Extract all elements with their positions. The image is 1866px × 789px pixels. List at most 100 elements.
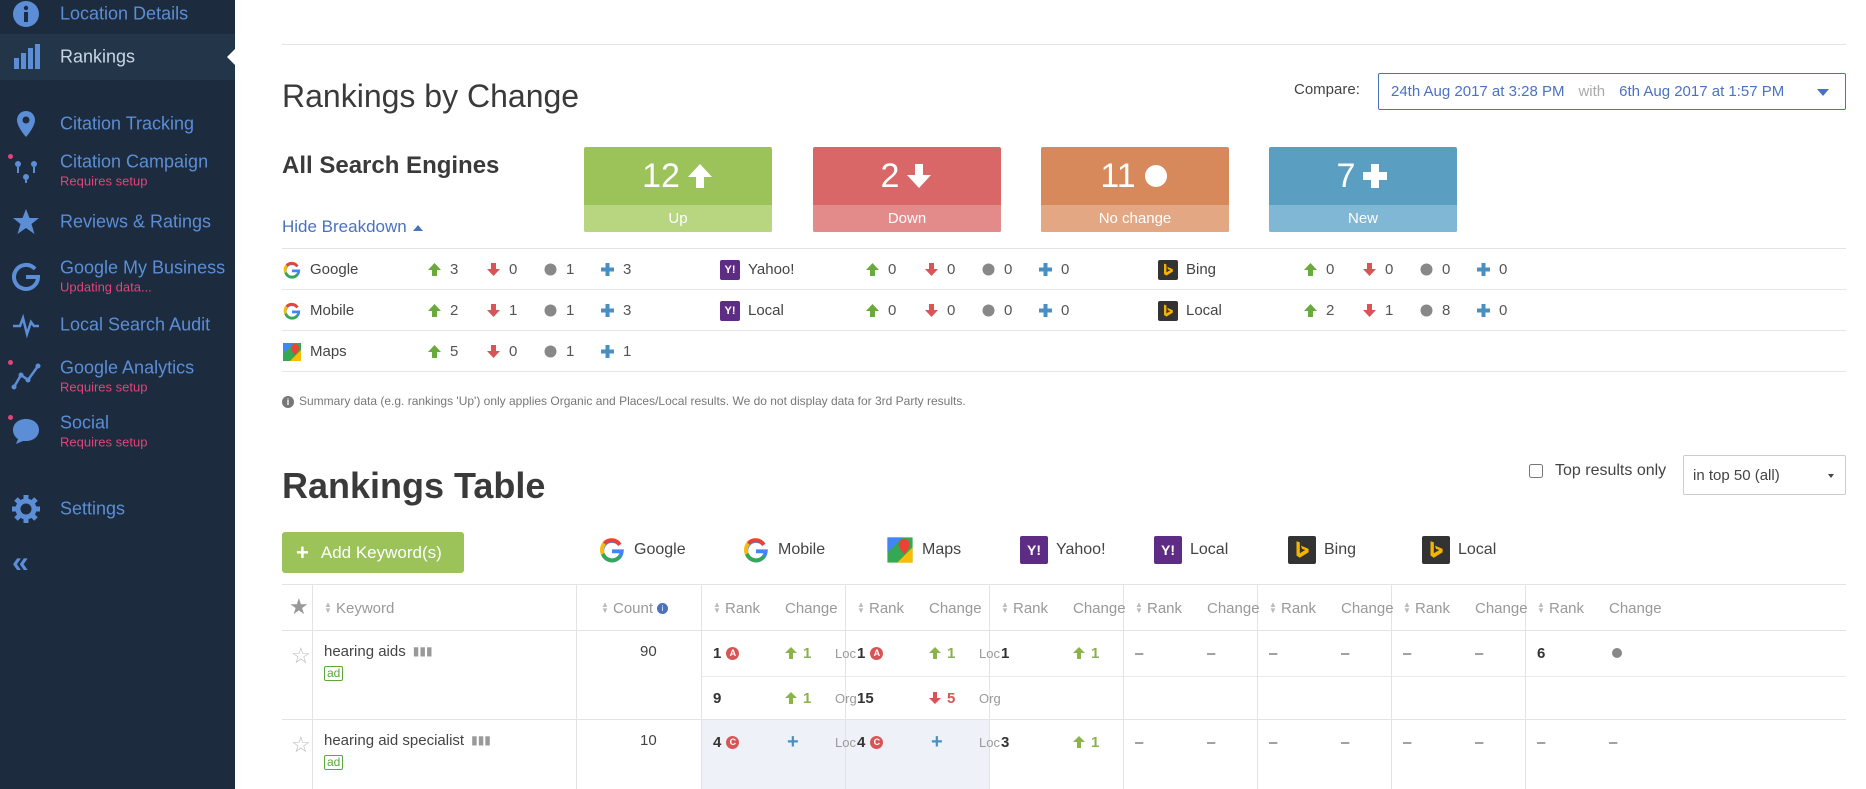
rank-change: – [1341,733,1350,751]
engine-header-label: Mobile [778,541,826,558]
breakdown-stat-down: 0 [1362,249,1393,290]
summary-card-down: 2 Down [813,147,1001,232]
keyword-name: hearing aid specialist ▮▮▮ [324,728,491,752]
sidebar-item-reviews-ratings[interactable]: Reviews & Ratings [0,194,235,249]
arrow-up-icon [866,263,879,276]
column-change[interactable]: Change [1341,590,1394,626]
column-change[interactable]: Change [1207,590,1260,626]
arrow-down-icon [487,345,500,358]
column-rank[interactable]: ▲ ▼ Rank [1537,590,1584,626]
sidebar-item-social[interactable]: Social Requires setup [0,403,235,458]
sidebar-item-rankings[interactable]: Rankings [0,34,235,80]
sidebar-item-google-analytics[interactable]: Google Analytics Requires setup [0,348,235,403]
column-keyword[interactable]: ▲ ▼ Keyword [324,590,394,626]
engine-header-label: Yahoo! [1056,541,1106,558]
sidebar-item-google-my-business[interactable]: Google My Business Updating data... [0,248,235,303]
breakdown-stat-up: 5 [427,331,458,372]
stat-value: 0 [888,302,897,319]
stat-value: 0 [1385,261,1394,278]
summary-label: New [1269,205,1457,232]
rank-value: – [1403,644,1412,662]
column-rank[interactable]: ▲ ▼ Rank [857,590,904,626]
keyword-text: hearing aid specialist [324,731,465,749]
plus-icon [601,263,614,276]
sidebar-item-settings[interactable]: Settings [0,481,235,536]
bar-chart-icon[interactable]: ▮▮▮ [413,644,433,658]
add-keyword-button[interactable]: + Add Keyword(s) [282,532,464,573]
no-change-icon [1611,641,1623,665]
star-keyword-icon[interactable]: ☆ [291,643,311,669]
star-all-icon[interactable]: ★ [289,594,309,620]
engine-name: Yahoo! [748,261,795,278]
hide-breakdown-link[interactable]: Hide Breakdown [282,217,423,237]
breakdown-engine: Bing [1158,249,1216,290]
star-keyword-icon[interactable]: ☆ [291,732,311,758]
rank-value: 4C [713,730,740,754]
top-results-select[interactable]: in top 50 (all) [1683,455,1846,495]
stat-value: 1 [623,343,632,360]
top-results-select-value: in top 50 (all) [1693,466,1780,484]
yahoo-logo-icon: Y! [720,259,740,280]
main-content: Rankings by Change Compare: 24th Aug 201… [235,0,1866,789]
stat-value: 0 [1499,302,1508,319]
plus-icon [1039,263,1052,276]
column-rank[interactable]: ▲ ▼ Rank [1135,590,1182,626]
column-label: Change [1341,599,1394,617]
top-results-only-checkbox[interactable]: Top results only [1529,462,1666,480]
sort-icon: ▲ ▼ [601,600,609,615]
divider [282,44,1846,45]
sort-icon: ▲ ▼ [713,600,721,615]
arrow-down-icon [487,304,500,317]
column-rank[interactable]: ▲ ▼ Rank [713,590,760,626]
engine-header-label: Local [1458,541,1497,558]
column-change[interactable]: Change [929,590,982,626]
sidebar-item-label: Google My Business [60,257,226,277]
rank-badge: C [726,735,740,749]
column-count[interactable]: ▲ ▼ Count i [601,590,669,626]
ad-badge: ad [324,755,344,770]
column-label: Change [1609,599,1662,617]
sidebar-item-local-search-audit[interactable]: Local Search Audit [0,297,235,352]
column-rank[interactable]: ▲ ▼ Rank [1001,590,1048,626]
stat-value: 1 [1385,302,1394,319]
column-change[interactable]: Change [1475,590,1528,626]
collapse-sidebar-button[interactable]: « [12,548,42,578]
maps-logo-icon [886,536,914,564]
top-results-checkbox-input[interactable] [1529,464,1543,478]
column-change[interactable]: Change [1609,590,1662,626]
column-change[interactable]: Change [785,590,838,626]
bar-chart-icon[interactable]: ▮▮▮ [471,733,491,747]
breakdown-stat-new: 3 [600,249,631,290]
sidebar-item-label: Citation Tracking [60,113,195,133]
compare-dates-dropdown[interactable]: 24th Aug 2017 at 3:28 PM with 6th Aug 20… [1378,73,1846,110]
breakdown-stat-new: 3 [600,290,631,331]
breakdown-row: Google 3 0 1 3 Y! Yahoo! 0 0 0 0 Bing 0 0 0 0 [282,249,1846,290]
circle-icon [544,304,557,317]
breakdown-stat-new: 0 [1476,290,1507,331]
column-label: Change [929,599,982,617]
stat-value: 0 [1004,261,1013,278]
analytics-icon [10,360,42,392]
column-rank[interactable]: ▲ ▼ Rank [1403,590,1450,626]
rank-badge: C [870,735,884,749]
column-divider [312,585,313,789]
rank-change: – [1475,733,1484,751]
column-label: Change [1207,599,1260,617]
engine-name: Google [310,261,359,278]
column-change[interactable]: Change [1073,590,1126,626]
arrow-up-icon [1073,736,1085,748]
column-rank[interactable]: ▲ ▼ Rank [1269,590,1316,626]
sidebar-item-citation-campaign[interactable]: Citation Campaign Requires setup [0,142,235,197]
summary-note: i Summary data (e.g. rankings 'Up') only … [282,394,966,408]
rank-value: 9 [713,689,722,707]
chevron-down-icon [1828,474,1834,478]
sort-icon: ▲ ▼ [324,600,332,615]
sidebar-item-label: Citation Campaign [60,151,209,171]
breakdown-engine: Google [282,249,358,290]
engine-header-label: Google [634,541,686,558]
circle-icon [982,304,995,317]
breakdown-stat-same: 0 [1419,249,1450,290]
compare-with-label: with [1578,83,1606,100]
stat-value: 0 [1004,302,1013,319]
result-type: Loc [835,645,856,661]
